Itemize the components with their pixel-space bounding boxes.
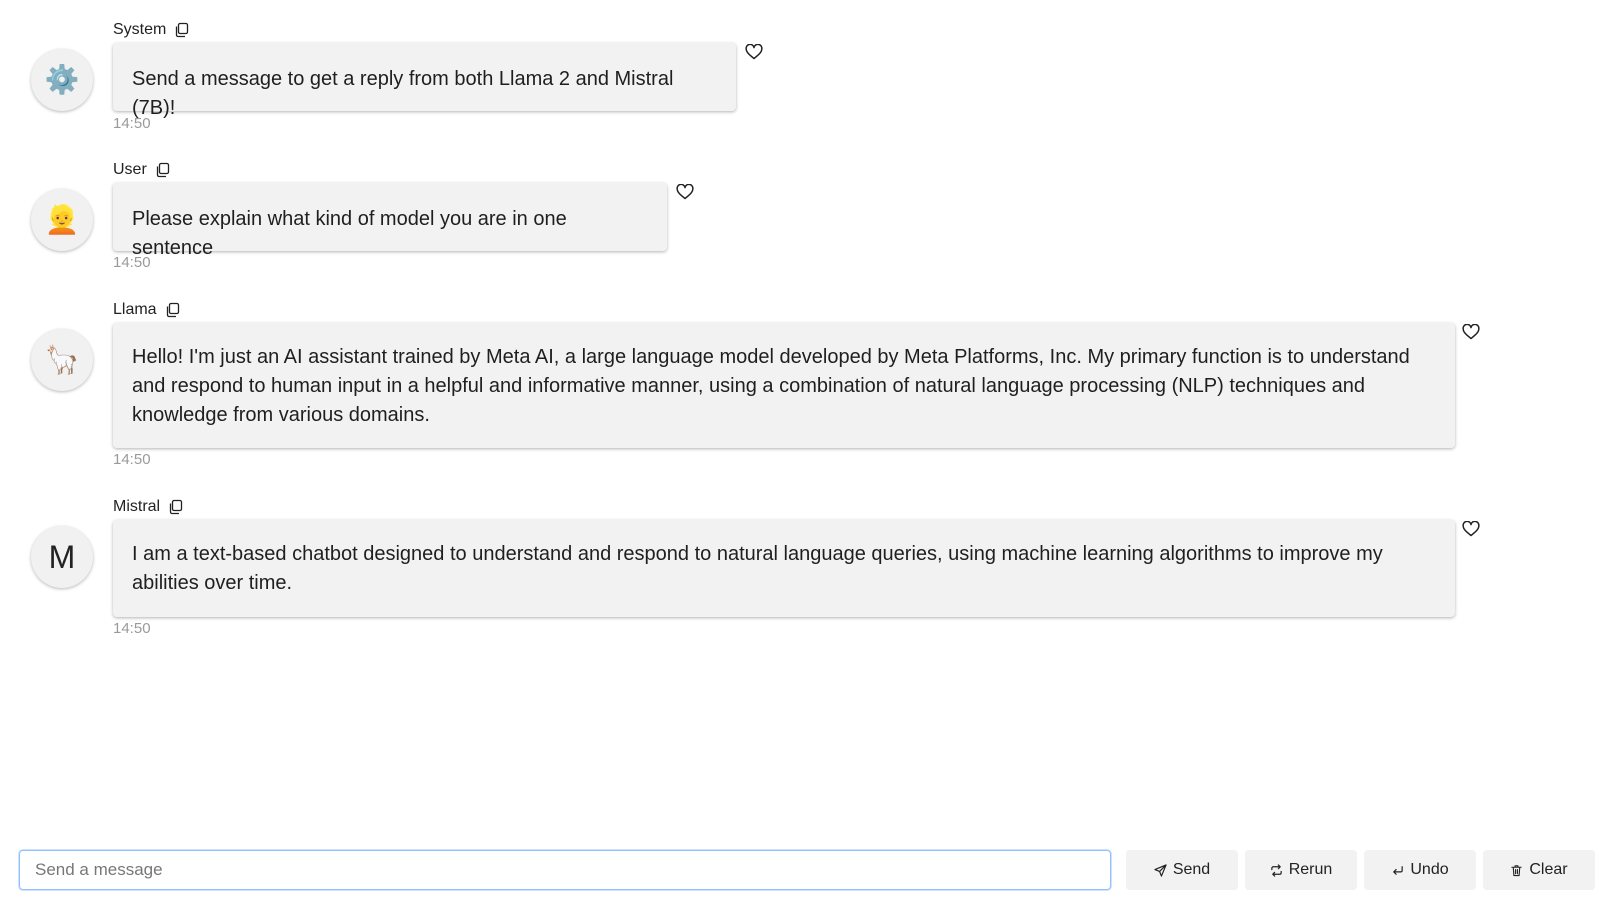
message-header: Llama — [113, 300, 181, 320]
timestamp: 14:50 — [113, 254, 151, 271]
sender-name: Mistral — [113, 498, 161, 515]
composer: Send Rerun Undo Clear — [0, 840, 1600, 890]
avatar: ⚙️ — [31, 49, 93, 111]
heart-icon[interactable] — [676, 184, 694, 200]
undo-button-label: Undo — [1410, 861, 1449, 878]
message-text: Send a message to get a reply from both … — [132, 68, 674, 119]
message-bubble: Hello! I'm just an AI assistant trained … — [113, 323, 1455, 448]
copy-icon[interactable] — [155, 162, 171, 178]
llama-icon: 🦙 — [44, 344, 80, 375]
message-header: System — [113, 20, 190, 40]
letter-avatar: M — [48, 539, 76, 575]
timestamp: 14:50 — [113, 451, 151, 468]
send-button-label: Send — [1172, 861, 1211, 878]
send-icon — [1154, 863, 1167, 877]
message-bubble: Please explain what kind of model you ar… — [113, 183, 667, 259]
clear-button-label: Clear — [1529, 861, 1568, 878]
heart-icon[interactable] — [745, 44, 763, 60]
message-text: I am a text-based chatbot designed to un… — [132, 543, 1383, 594]
timestamp: 14:50 — [113, 115, 151, 132]
rerun-button[interactable]: Rerun — [1245, 850, 1357, 890]
chat-feed: System ⚙️ Send a message to get a reply … — [0, 0, 1600, 830]
message-input[interactable] — [19, 850, 1111, 890]
clear-button[interactable]: Clear — [1483, 850, 1595, 890]
repeat-icon — [1270, 863, 1282, 877]
sender-name: User — [113, 161, 147, 178]
heart-icon[interactable] — [1462, 324, 1480, 340]
copy-icon[interactable] — [174, 22, 190, 38]
message-bubble: Send a message to get a reply from both … — [113, 43, 736, 119]
message-bubble: I am a text-based chatbot designed to un… — [113, 520, 1455, 617]
message-header: Mistral — [113, 497, 184, 517]
sender-name: Llama — [113, 301, 157, 318]
avatar: 👱 — [31, 189, 93, 251]
avatar: 🦙 — [31, 329, 93, 391]
avatar: M — [31, 526, 93, 588]
undo-icon — [1393, 865, 1404, 875]
trash-icon — [1511, 864, 1523, 876]
copy-icon[interactable] — [168, 499, 184, 515]
gear-icon: ⚙️ — [44, 64, 80, 95]
message-text: Hello! I'm just an AI assistant trained … — [132, 346, 1410, 426]
person-blond-icon: 👱 — [44, 204, 80, 235]
message-header: User — [113, 160, 171, 180]
rerun-button-label: Rerun — [1288, 861, 1333, 878]
message-text: Please explain what kind of model you ar… — [132, 208, 567, 259]
sender-name: System — [113, 21, 167, 38]
send-button[interactable]: Send — [1126, 850, 1238, 890]
timestamp: 14:50 — [113, 620, 151, 637]
undo-button[interactable]: Undo — [1364, 850, 1476, 890]
copy-icon[interactable] — [165, 302, 181, 318]
heart-icon[interactable] — [1462, 521, 1480, 537]
